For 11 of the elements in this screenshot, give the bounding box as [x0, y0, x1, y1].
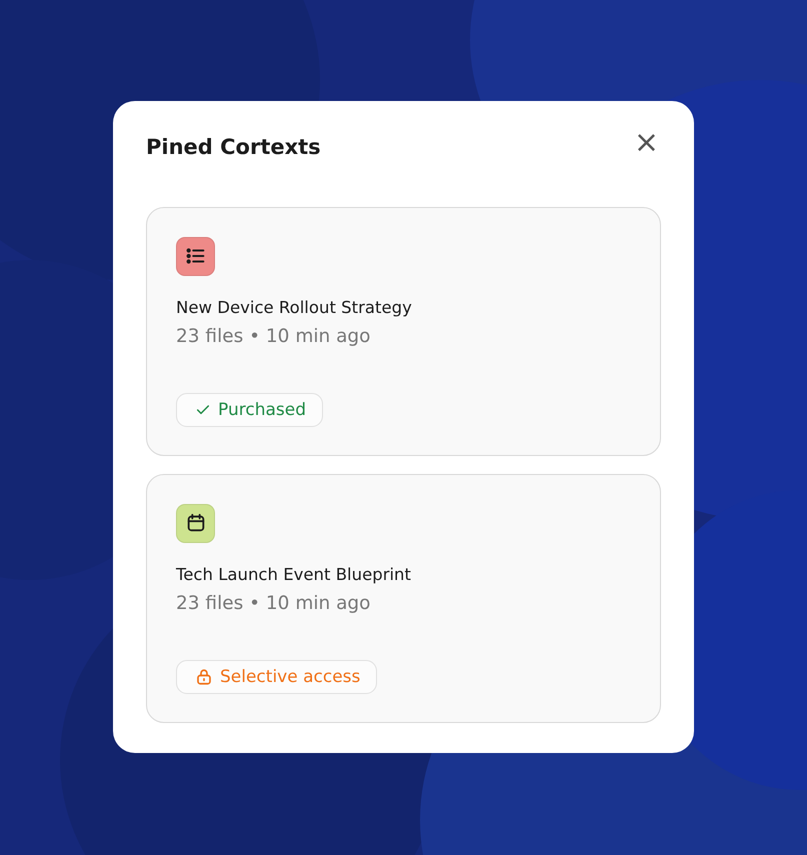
context-meta: 23 files • 10 min ago — [176, 592, 370, 614]
context-title: Tech Launch Event Blueprint — [176, 564, 411, 584]
context-card[interactable]: New Device Rollout Strategy 23 files • 10 min ago Purchased — [146, 206, 661, 456]
context-card[interactable]: Tech Launch Event Blueprint 23 files • 10 min ago Selective access — [146, 474, 661, 722]
close-button[interactable]: × — [632, 130, 661, 154]
lock-icon — [195, 668, 213, 686]
context-title: New Device Rollout Strategy — [176, 298, 412, 316]
status-label: Selective access — [220, 666, 360, 686]
dialog-title: Pined Cortexts — [146, 134, 321, 158]
context-meta: 23 files • 10 min ago — [176, 326, 370, 346]
status-label: Purchased — [218, 400, 306, 420]
